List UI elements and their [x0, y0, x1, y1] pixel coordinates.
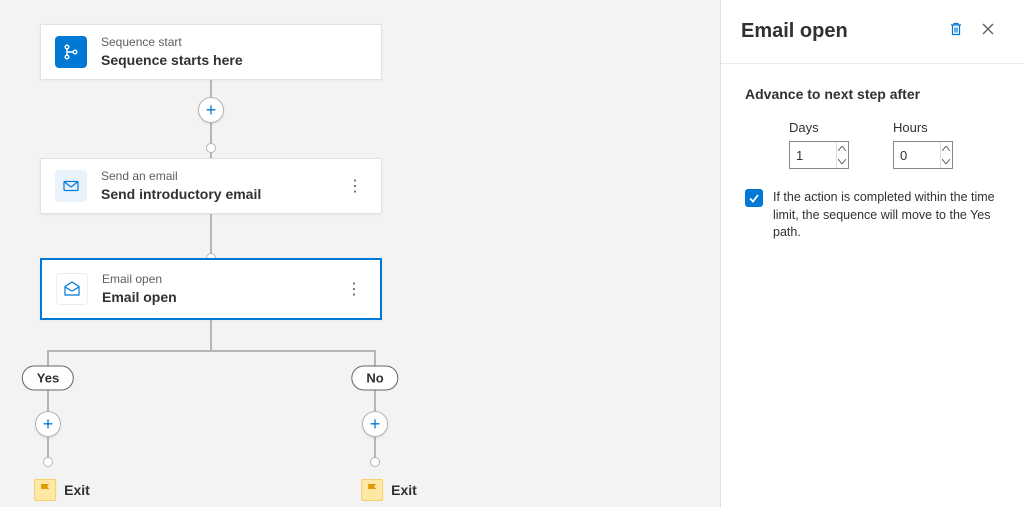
- checkbox-row: If the action is completed within the ti…: [745, 189, 1000, 242]
- panel-body: Advance to next step after Days Hours: [721, 64, 1024, 264]
- envelope-icon: [55, 170, 87, 202]
- branch-no-label[interactable]: No: [351, 366, 398, 391]
- connector-horizontal: [47, 350, 375, 352]
- node-texts: Email open Email open: [102, 272, 177, 306]
- panel-title: Email open: [741, 20, 940, 43]
- exit-label: Exit: [391, 482, 417, 498]
- node-sequence-start[interactable]: Sequence start Sequence starts here: [40, 24, 382, 80]
- hours-input[interactable]: [894, 142, 940, 168]
- branch-yes-label[interactable]: Yes: [22, 366, 74, 391]
- checkbox-label: If the action is completed within the ti…: [773, 189, 1000, 242]
- hours-decrement[interactable]: [941, 155, 952, 168]
- node-type-label: Email open: [102, 272, 177, 288]
- node-menu-button[interactable]: ⋮: [342, 279, 366, 299]
- email-open-icon: [56, 273, 88, 305]
- trash-icon: [948, 21, 964, 42]
- advance-section-label: Advance to next step after: [745, 86, 1000, 102]
- hours-stepper[interactable]: [893, 141, 953, 169]
- node-texts: Send an email Send introductory email: [101, 169, 261, 203]
- node-title: Email open: [102, 288, 177, 306]
- connector: [210, 214, 212, 258]
- node-title: Send introductory email: [101, 185, 261, 203]
- close-icon: [981, 22, 995, 41]
- sequence-canvas: Sequence start Sequence starts here + Se…: [0, 0, 720, 507]
- days-increment[interactable]: [837, 142, 848, 155]
- time-limit-checkbox[interactable]: [745, 189, 763, 207]
- node-texts: Sequence start Sequence starts here: [101, 35, 243, 69]
- exit-no[interactable]: Exit: [361, 479, 417, 501]
- days-input[interactable]: [790, 142, 836, 168]
- node-type-label: Sequence start: [101, 35, 243, 51]
- add-step-no-button[interactable]: +: [362, 411, 388, 437]
- days-label: Days: [789, 120, 849, 135]
- connector-dot: [43, 457, 53, 467]
- node-menu-button[interactable]: ⋮: [343, 176, 367, 196]
- hours-label: Hours: [893, 120, 953, 135]
- properties-panel: Email open Advance to next step after Da…: [720, 0, 1024, 507]
- hours-increment[interactable]: [941, 142, 952, 155]
- connector: [210, 320, 212, 350]
- add-step-yes-button[interactable]: +: [35, 411, 61, 437]
- node-type-label: Send an email: [101, 169, 261, 185]
- flag-icon: [361, 479, 383, 501]
- node-email-open[interactable]: Email open Email open ⋮: [40, 258, 382, 320]
- days-stepper[interactable]: [789, 141, 849, 169]
- sequence-start-icon: [55, 36, 87, 68]
- days-field: Days: [789, 120, 849, 169]
- check-icon: [748, 192, 760, 204]
- exit-yes[interactable]: Exit: [34, 479, 90, 501]
- flag-icon: [34, 479, 56, 501]
- connector-dot: [370, 457, 380, 467]
- days-decrement[interactable]: [837, 155, 848, 168]
- hours-field: Hours: [893, 120, 953, 169]
- close-panel-button[interactable]: [972, 16, 1004, 48]
- connector-dot: [206, 143, 216, 153]
- panel-header: Email open: [721, 0, 1024, 64]
- node-send-email[interactable]: Send an email Send introductory email ⋮: [40, 158, 382, 214]
- add-step-button[interactable]: +: [198, 97, 224, 123]
- delete-button[interactable]: [940, 16, 972, 48]
- time-fields: Days Hours: [789, 120, 1000, 169]
- node-title: Sequence starts here: [101, 51, 243, 69]
- exit-label: Exit: [64, 482, 90, 498]
